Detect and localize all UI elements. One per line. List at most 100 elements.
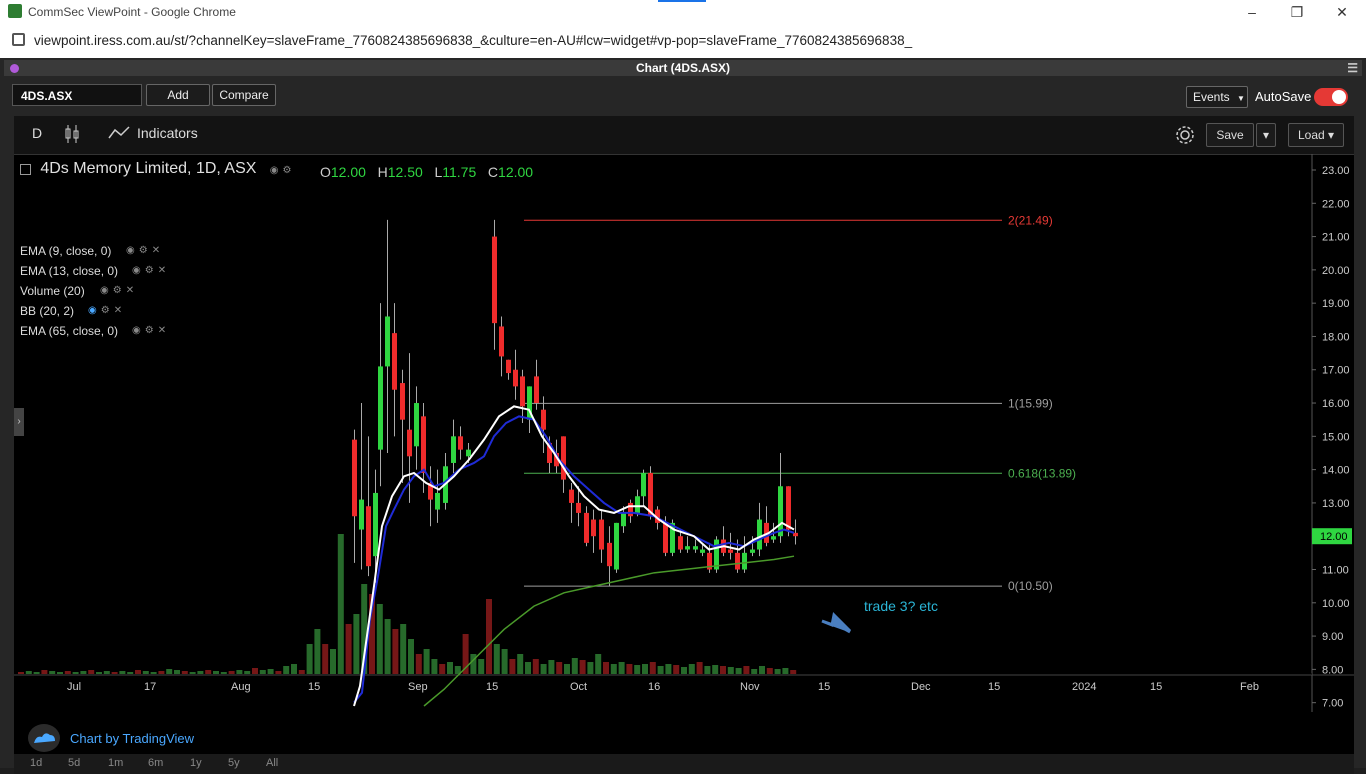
collapse-legend-icon[interactable] — [20, 164, 31, 176]
candle-body — [541, 409, 546, 430]
autosave-label: AutoSave — [1255, 89, 1312, 104]
range-5y[interactable]: 5y — [228, 757, 240, 769]
volume-bar — [556, 662, 563, 674]
indicator-controls-icon[interactable]: ◉⚙✕ — [100, 285, 138, 296]
indicator-controls-icon[interactable]: ◉⚙✕ — [88, 305, 126, 316]
volume-bar — [486, 599, 492, 674]
side-panel-toggle-icon[interactable]: › — [14, 408, 24, 436]
price-chart[interactable]: 23.00 22.00 21.00 20.00 19.00 18.00 17.00 16.00… — [14, 154, 1354, 754]
range-1y[interactable]: 1y — [190, 757, 202, 769]
app-favicon-icon — [8, 4, 22, 18]
indicators-button[interactable]: Indicators — [137, 125, 198, 141]
load-dropdown[interactable]: Load ▾ — [1288, 123, 1344, 147]
save-menu-chevron-icon[interactable]: ▾ — [1256, 123, 1276, 147]
series-eye-icon[interactable]: ◉⚙ — [270, 165, 296, 176]
compare-button[interactable]: Compare — [212, 84, 276, 106]
interval-selector[interactable]: D — [32, 125, 42, 141]
volume-bar — [415, 654, 422, 674]
volume-bar — [579, 660, 586, 674]
indicator-controls-icon[interactable]: ◉⚙✕ — [132, 265, 170, 276]
x-tick-label: Feb — [1240, 681, 1259, 693]
close-icon[interactable]: ✕ — [1332, 2, 1352, 22]
candle-body — [685, 546, 690, 550]
indicator-ema-65[interactable]: EMA (65, close, 0) — [20, 324, 118, 338]
tradingview-watermark[interactable]: Chart by TradingView — [28, 722, 228, 752]
candle-body — [663, 522, 668, 553]
indicator-ema-9[interactable]: EMA (9, close, 0) — [20, 244, 111, 258]
volume-bar — [197, 671, 204, 674]
last-price-label: 12.00 — [1320, 531, 1348, 543]
range-5d[interactable]: 5d — [68, 757, 80, 769]
range-6m[interactable]: 6m — [148, 757, 163, 769]
volume-bar — [142, 671, 149, 674]
address-bar[interactable]: viewpoint.iress.com.au/st/?channelKey=sl… — [0, 24, 1366, 59]
autosave-toggle[interactable] — [1314, 88, 1348, 106]
fib-level-label: 1(15.99) — [1008, 396, 1053, 410]
eye-icon[interactable]: ◉ — [88, 305, 101, 316]
candle-body — [414, 403, 419, 447]
events-dropdown[interactable]: Events ▼ — [1186, 86, 1248, 108]
volume-bar — [657, 666, 664, 674]
volume-bar — [673, 665, 680, 674]
volume-bar — [595, 654, 602, 674]
candle-body — [421, 416, 426, 473]
indicators-icon[interactable] — [108, 124, 130, 145]
window-title: CommSec ViewPoint - Google Chrome — [28, 5, 236, 19]
volume-bar — [782, 668, 789, 674]
candle-body — [400, 383, 405, 420]
range-1m[interactable]: 1m — [108, 757, 123, 769]
candle-body — [700, 549, 705, 553]
y-tick-label: 8.00 — [1322, 664, 1343, 676]
indicator-bb[interactable]: BB (20, 2) — [20, 304, 74, 318]
volume-bar — [720, 666, 726, 674]
volume-bar — [298, 670, 305, 674]
candle-body — [757, 519, 762, 550]
minimize-icon[interactable]: – — [1242, 2, 1262, 22]
range-all[interactable]: All — [266, 757, 278, 769]
candles-style-icon[interactable] — [64, 124, 80, 147]
indicator-volume[interactable]: Volume (20) — [20, 284, 85, 298]
volume-bar — [603, 662, 609, 674]
volume-bar — [665, 664, 672, 674]
volume-bar — [135, 670, 141, 674]
watermark-text: Chart by TradingView — [70, 731, 195, 746]
candle-body — [576, 502, 581, 513]
volume-bar — [540, 664, 547, 674]
candle-body — [561, 436, 566, 480]
volume-bar — [376, 604, 383, 674]
volume-bar — [696, 662, 703, 674]
volume-bar — [33, 672, 40, 674]
candle-body — [506, 359, 511, 374]
hamburger-menu-icon[interactable]: ☰ — [1347, 60, 1358, 76]
restore-icon[interactable]: ❐ — [1287, 2, 1307, 22]
volume-bar — [220, 672, 227, 674]
add-button[interactable]: Add — [146, 84, 210, 106]
volume-bar — [384, 619, 391, 674]
volume-bar — [291, 664, 297, 674]
volume-bar — [314, 629, 321, 674]
volume-bar — [158, 671, 165, 674]
range-bar: 1d 5d 1m 6m 1y 5y All — [14, 754, 1354, 774]
indicator-ema-13[interactable]: EMA (13, close, 0) — [20, 264, 118, 278]
settings-gear-icon[interactable] — [1174, 124, 1196, 149]
volume-bar — [259, 670, 266, 674]
candle-body — [466, 449, 471, 457]
range-1d[interactable]: 1d — [30, 757, 42, 769]
volume-bar — [174, 670, 180, 674]
volume-bar — [501, 649, 508, 674]
y-tick-label: 21.00 — [1322, 232, 1350, 244]
volume-bar — [610, 664, 617, 674]
tradingview-widget: D Indicators Save ▾ Load ▾ 23.00 22.00 21.… — [14, 116, 1354, 754]
volume-bar — [712, 665, 719, 674]
chevron-down-icon: ▼ — [1237, 94, 1245, 103]
save-button[interactable]: Save — [1206, 123, 1254, 147]
url-text[interactable]: viewpoint.iress.com.au/st/?channelKey=sl… — [34, 33, 912, 48]
indicator-controls-icon[interactable]: ◉⚙✕ — [132, 325, 170, 336]
candle-body — [451, 436, 456, 463]
candle-body — [635, 496, 640, 513]
toggle-knob — [1332, 90, 1346, 104]
y-tick-label: 13.00 — [1322, 498, 1350, 510]
candle-body — [520, 376, 525, 407]
indicator-controls-icon[interactable]: ◉⚙✕ — [126, 245, 164, 256]
symbol-input[interactable]: 4DS.ASX — [12, 84, 142, 106]
